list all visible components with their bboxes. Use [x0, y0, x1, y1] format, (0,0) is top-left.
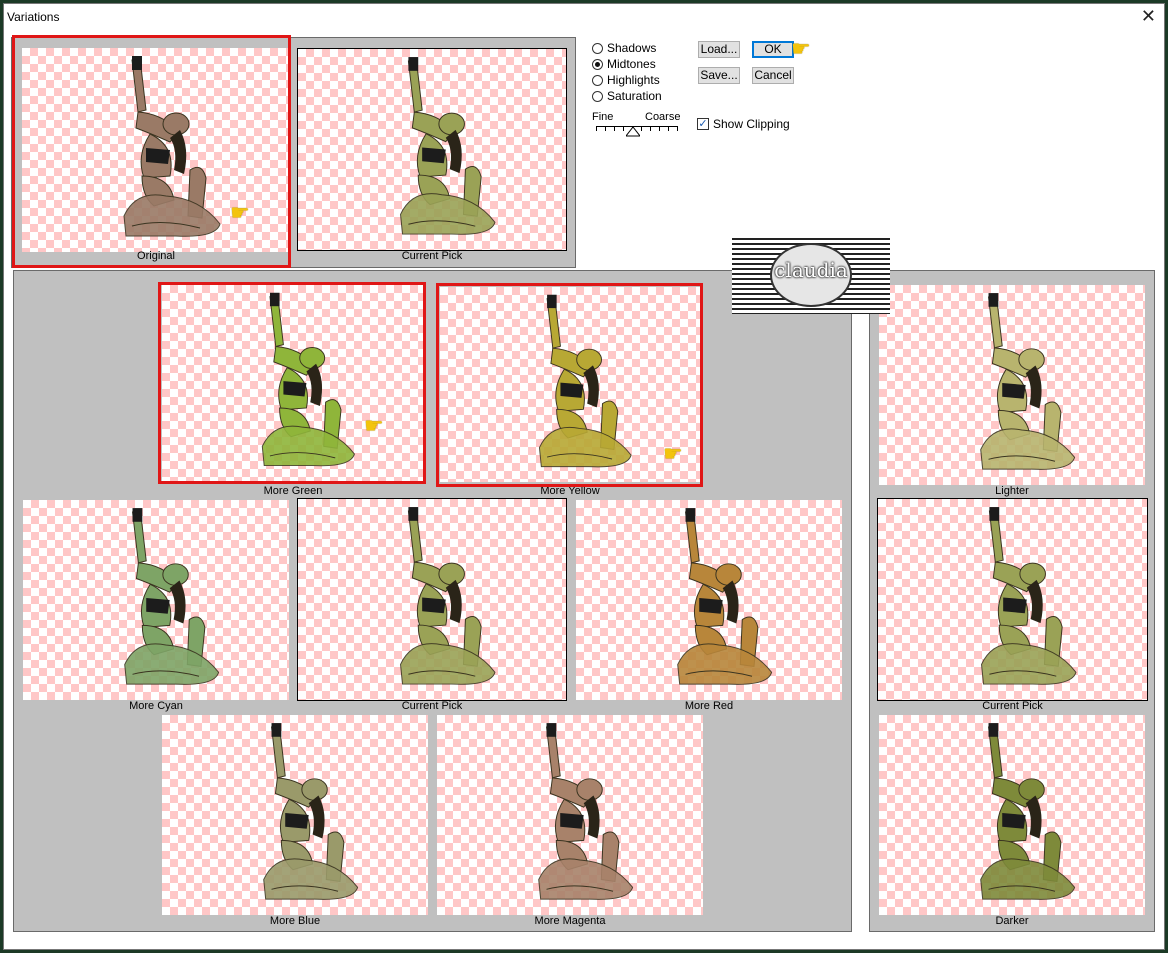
more-magenta-caption: More Magenta	[534, 915, 606, 927]
pointing-hand-icon: ☛	[663, 442, 683, 467]
dancer-figure-image	[980, 507, 1076, 685]
darker-preview[interactable]	[879, 715, 1145, 915]
dancer-figure-image	[124, 508, 220, 685]
dancer-figure-image	[400, 507, 496, 685]
cancel-button[interactable]: Cancel	[752, 67, 794, 84]
more-red-caption: More Red	[684, 700, 734, 712]
dancer-figure-image	[261, 292, 355, 467]
checkmark-icon: ✓	[698, 118, 708, 130]
current-pick-preview-top[interactable]	[297, 48, 567, 251]
radio-dot-selected	[592, 58, 603, 70]
radio-label-shadows: Shadows	[607, 41, 657, 55]
dancer-figure-image	[980, 723, 1076, 900]
more-cyan-caption: More Cyan	[129, 700, 183, 712]
current-pick-caption-top: Current Pick	[401, 250, 463, 262]
radio-midtones[interactable]: Midtones	[592, 57, 656, 71]
more-blue-preview[interactable]	[162, 715, 428, 915]
more-magenta-preview[interactable]	[437, 715, 703, 915]
slider-thumb[interactable]	[625, 127, 640, 137]
more-yellow-caption: More Yellow	[540, 485, 600, 497]
window-title: Variations	[7, 10, 60, 24]
lighter-preview[interactable]	[879, 285, 1145, 485]
radio-saturation[interactable]: Saturation	[592, 89, 662, 103]
dancer-figure-image	[538, 723, 634, 900]
fine-coarse-slider[interactable]	[596, 124, 678, 138]
darker-caption: Darker	[995, 915, 1029, 927]
current-pick-caption-brightness: Current Pick	[982, 700, 1043, 712]
dancer-figure-image	[538, 294, 632, 468]
more-red-preview[interactable]	[576, 500, 842, 700]
radio-shadows[interactable]: Shadows	[592, 41, 656, 55]
save-button[interactable]: Save...	[698, 67, 740, 84]
current-pick-preview-brightness[interactable]	[877, 498, 1148, 701]
original-caption: Original	[137, 250, 175, 262]
dancer-figure-image	[677, 508, 773, 685]
radio-label-midtones: Midtones	[607, 57, 656, 71]
checkbox-box: ✓	[697, 118, 709, 130]
radio-dot	[592, 74, 603, 86]
load-button[interactable]: Load...	[698, 41, 740, 58]
close-icon[interactable]: ✕	[1141, 6, 1156, 28]
more-green-caption: More Green	[263, 485, 323, 497]
current-pick-caption-center: Current Pick	[401, 700, 463, 712]
claudia-watermark-logo: claudia	[732, 238, 890, 314]
radio-dot	[592, 42, 603, 54]
current-pick-preview-center[interactable]	[297, 498, 567, 701]
dancer-figure-image	[400, 57, 496, 235]
more-blue-caption: More Blue	[269, 915, 321, 927]
dancer-figure-image	[980, 293, 1076, 470]
lighter-caption: Lighter	[995, 485, 1029, 497]
pointing-hand-icon: ☛	[791, 37, 811, 62]
radio-highlights[interactable]: Highlights	[592, 73, 660, 87]
pointing-hand-icon: ☛	[364, 414, 384, 439]
watermark-text: claudia	[774, 258, 848, 282]
slider-fine-label: Fine	[592, 111, 614, 123]
more-green-preview[interactable]	[162, 285, 424, 481]
more-cyan-preview[interactable]	[23, 500, 289, 700]
pointing-hand-icon: ☛	[230, 201, 250, 226]
dancer-figure-image	[263, 723, 359, 900]
radio-dot	[592, 90, 603, 102]
show-clipping-label: Show Clipping	[713, 117, 790, 131]
more-yellow-preview[interactable]	[440, 287, 700, 482]
radio-label-highlights: Highlights	[607, 73, 660, 87]
title-bar: Variations ✕	[4, 4, 1164, 32]
variations-dialog: Variations ✕ Original ☛ Current Pick Sha…	[3, 3, 1165, 950]
slider-coarse-label: Coarse	[645, 111, 681, 123]
show-clipping-checkbox[interactable]: ✓ Show Clipping	[697, 117, 790, 131]
ok-button[interactable]: OK	[752, 41, 794, 58]
dancer-figure-image	[123, 56, 221, 237]
radio-label-saturation: Saturation	[607, 89, 662, 103]
